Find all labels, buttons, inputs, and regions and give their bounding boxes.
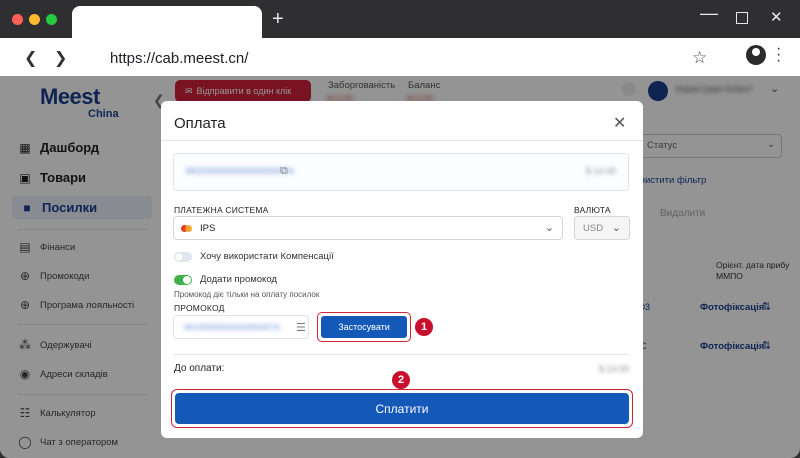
currency-select[interactable]: USD ⌄	[574, 216, 630, 240]
currency-value: USD	[583, 223, 604, 234]
add-promo-toggle[interactable]	[174, 275, 192, 285]
browser-tab[interactable]	[72, 6, 262, 38]
payment-system-value: IPS	[200, 223, 216, 234]
total-divider	[173, 354, 629, 355]
back-arrow-icon[interactable]: ❮	[24, 48, 37, 68]
browser-window: + — ✕ ❮ ❯ https://cab.meest.cn/ ☆ · · · Me…	[0, 0, 800, 458]
card-brand-icon	[181, 222, 193, 234]
payment-system-label: ПЛАТЕЖНА СИСТЕМА	[174, 205, 269, 215]
payment-modal: Оплата ✕ MG0000000000000000CN ⧉ $ 14.00 …	[161, 101, 643, 438]
minimize-icon[interactable]: —	[700, 4, 718, 22]
currency-label: ВАЛЮТА	[574, 205, 611, 215]
profile-icon[interactable]	[746, 45, 766, 65]
total-value: $ 14.00	[598, 364, 629, 374]
minimize-window-dot[interactable]	[29, 14, 40, 25]
forward-arrow-icon[interactable]: ❯	[54, 48, 67, 68]
copy-icon[interactable]: ⧉	[280, 165, 288, 178]
apply-promo-button[interactable]: Застосувати	[321, 316, 407, 338]
close-window-dot[interactable]	[12, 14, 23, 25]
chevron-down-icon: ⌄	[611, 222, 621, 234]
modal-title: Оплата	[174, 115, 226, 132]
address-bar[interactable]: https://cab.meest.cn/ ☆	[88, 44, 720, 72]
parcel-summary: MG0000000000000000CN ⧉ $ 14.00	[173, 153, 629, 191]
use-compensation-label: Хочу використати Компенсації	[200, 251, 334, 262]
promo-label: ПРОМОКОД	[174, 303, 225, 313]
pay-button[interactable]: Сплатити	[175, 393, 629, 424]
close-icon[interactable]: ✕	[770, 10, 783, 25]
list-icon[interactable]: ☰	[296, 321, 306, 334]
payment-system-select[interactable]: IPS ⌄	[173, 216, 563, 240]
step-badge-2: 2	[392, 371, 410, 389]
browser-toolbar: ❮ ❯ https://cab.meest.cn/ ☆ · · ·	[0, 38, 800, 76]
close-icon[interactable]: ✕	[613, 113, 626, 133]
zoom-window-dot[interactable]	[46, 14, 57, 25]
parcel-amount: $ 14.00	[585, 166, 616, 176]
title-bar: + — ✕	[0, 0, 800, 38]
add-promo-label: Додати промокод	[200, 274, 277, 285]
url-text: https://cab.meest.cn/	[110, 50, 249, 67]
new-tab-button[interactable]: +	[272, 9, 284, 29]
parcel-id: MG0000000000000000CN	[186, 166, 294, 176]
chevron-down-icon: ⌄	[544, 222, 554, 234]
promo-value: MG0000000000000000CN	[184, 323, 280, 332]
total-label: До оплати:	[174, 363, 225, 374]
kebab-menu-icon[interactable]: · · ·	[776, 41, 781, 69]
step-badge-1: 1	[415, 318, 433, 336]
use-compensation-toggle[interactable]	[174, 252, 192, 262]
maximize-icon[interactable]	[736, 12, 748, 24]
modal-divider	[161, 140, 643, 141]
promo-note: Промокод діє тільки на оплату посилок	[174, 290, 320, 299]
bookmark-star-icon[interactable]: ☆	[692, 48, 707, 68]
promo-input[interactable]: MG0000000000000000CN ☰	[173, 315, 309, 339]
